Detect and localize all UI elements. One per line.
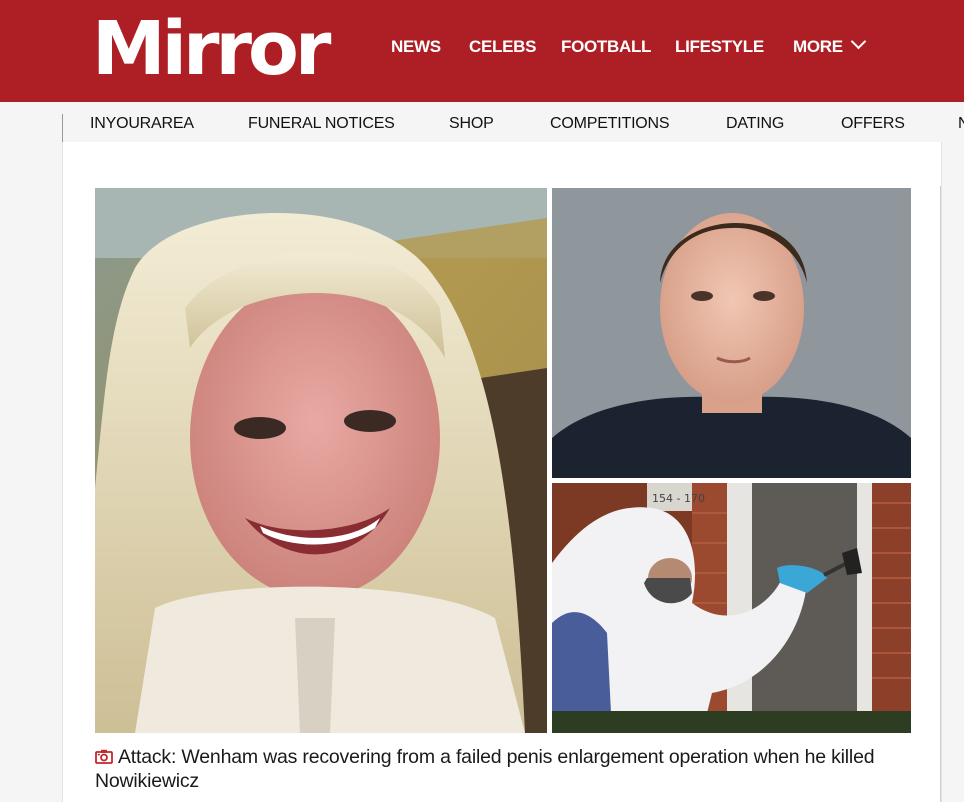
subnav-offers[interactable]: OFFERS [841, 114, 905, 134]
subnav-overflow-item[interactable]: N [958, 114, 964, 134]
subnav-funeral-notices[interactable]: FUNERAL NOTICES [248, 114, 395, 134]
mirror-logo[interactable]: Mirror [92, 6, 331, 92]
man-mugshot-photo[interactable] [552, 188, 911, 478]
camera-icon [95, 749, 113, 764]
image-caption: Attack: Wenham was recovering from a fai… [95, 745, 915, 793]
forensic-officer-photo[interactable]: 154 - 170 [552, 483, 911, 733]
svg-text:154 - 170: 154 - 170 [652, 492, 705, 505]
woman-portrait-photo[interactable] [95, 188, 547, 733]
subnav-dating[interactable]: DATING [726, 114, 784, 134]
subnav-competitions[interactable]: COMPETITIONS [550, 114, 670, 134]
divider [62, 114, 63, 142]
divider [940, 186, 941, 802]
site-header: Mirror NEWS CELEBS FOOTBALL LIFESTYLE MO… [0, 0, 964, 102]
nav-more[interactable]: MORE [793, 33, 867, 58]
nav-football[interactable]: FOOTBALL [561, 36, 651, 58]
caption-text: Attack: Wenham was recovering from a fai… [95, 746, 875, 792]
nav-celebs[interactable]: CELEBS [469, 36, 536, 58]
subnav-shop[interactable]: SHOP [449, 114, 494, 134]
secondary-nav-bar: INYOURAREA FUNERAL NOTICES SHOP COMPETIT… [62, 102, 964, 142]
subnav-inyourarea[interactable]: INYOURAREA [90, 114, 194, 134]
nav-lifestyle[interactable]: LIFESTYLE [675, 36, 764, 58]
nav-more-label: MORE [793, 37, 843, 56]
chevron-down-icon [850, 33, 867, 50]
nav-news[interactable]: NEWS [391, 36, 441, 58]
